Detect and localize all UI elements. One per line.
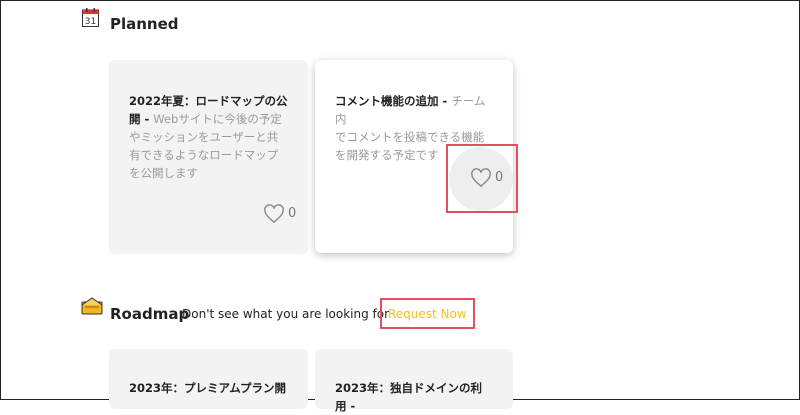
card-description: やミッションをユーザーと共 <box>129 130 279 144</box>
card-description: を開発する予定です <box>335 148 439 162</box>
planned-card-1[interactable]: 2022年夏：ロードマップの公 開 - Webサイトに今後の予定 やミッションを… <box>109 60 308 254</box>
svg-text:31: 31 <box>85 17 96 27</box>
card-description: を公開します <box>129 166 198 180</box>
card-title: コメント機能の追加 - <box>335 94 452 108</box>
card-title: 開 - <box>129 112 154 126</box>
heart-icon <box>264 204 284 224</box>
planned-section-title: Planned <box>110 15 179 33</box>
calendar-icon: 31 <box>82 8 99 27</box>
road-sign-icon <box>81 297 103 315</box>
roadmap-subtitle: Don't see what you are looking for <box>182 307 390 321</box>
roadmap-card-1[interactable]: 2023年：プレミアムプラン開 <box>109 349 308 409</box>
like-button[interactable]: 0 <box>263 204 296 224</box>
like-highlight-box <box>446 144 518 213</box>
card-description: でコメントを投稿できる機能 <box>335 130 485 144</box>
card-description: 有できるようなロードマップ <box>129 148 279 162</box>
card-title: 2023年：プレミアムプラン開 <box>129 381 287 395</box>
card-description: Webサイトに今後の予定 <box>153 112 282 126</box>
roadmap-section-title: Roadmap <box>110 305 190 323</box>
roadmap-card-2[interactable]: 2023年：独自ドメインの利用 - <box>315 349 513 413</box>
card-title: 2023年：独自ドメインの利用 - <box>335 381 483 413</box>
card-title: 2022年夏：ロードマップの公 <box>129 94 288 108</box>
like-count: 0 <box>288 206 297 221</box>
request-highlight-box <box>380 298 475 329</box>
